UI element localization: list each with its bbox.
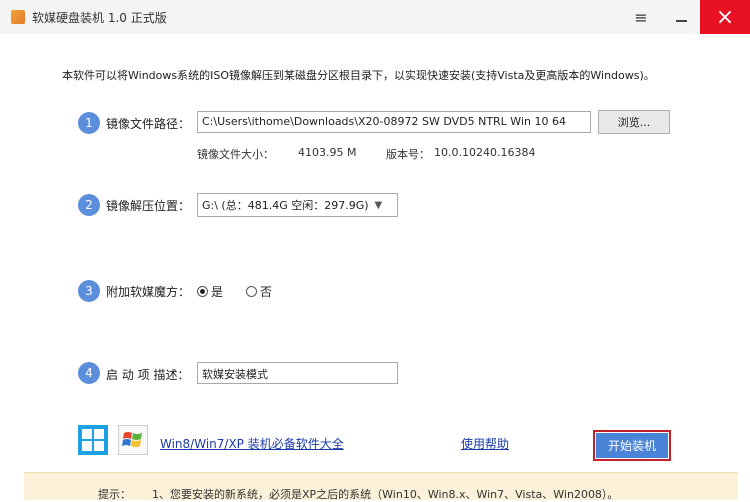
step-2-badge: 2 [78, 194, 100, 216]
help-link[interactable]: 使用帮助 [461, 435, 509, 452]
extract-location-value: G:\ (总：481.4G 空闲：297.9G) [202, 199, 369, 212]
step-1-badge: 1 [78, 112, 100, 134]
start-button-highlight: 开始装机 [593, 430, 671, 461]
version-label: 版本号： [386, 148, 430, 161]
browse-button[interactable]: 浏览... [598, 110, 670, 134]
boot-description-input[interactable]: 软媒安装模式 [197, 362, 398, 384]
image-path-field[interactable]: C:\Users\ithome\Downloads\X20-08972 SW D… [197, 111, 591, 133]
window-title: 软媒硬盘装机 1.0 正式版 [32, 11, 167, 25]
radio-yes-label: 是 [211, 285, 224, 299]
step-3-badge: 3 [78, 280, 100, 302]
extract-location-select[interactable]: G:\ (总：481.4G 空闲：297.9G) ▼ [197, 193, 398, 217]
chevron-down-icon: ▼ [374, 199, 383, 211]
windows-logo-icon[interactable] [78, 425, 108, 455]
radio-no[interactable]: 否 [246, 283, 272, 300]
radio-no-label: 否 [260, 285, 273, 299]
windows-xp-logo-icon[interactable] [118, 425, 148, 455]
title-bar: 软媒硬盘装机 1.0 正式版 ≡ × [0, 0, 750, 34]
tip-bar: 提示： 1、您要安装的新系统，必须是XP之后的系统（Win10、Win8.x、W… [24, 472, 738, 501]
version-value: 10.0.10240.16384 [434, 146, 536, 159]
radio-yes[interactable]: 是 [197, 283, 223, 300]
app-logo-icon [11, 10, 25, 24]
radio-checked-icon [197, 286, 208, 297]
software-list-link[interactable]: Win8/Win7/XP 装机必备软件大全 [160, 435, 344, 452]
radio-unchecked-icon [246, 286, 257, 297]
step-4-badge: 4 [78, 362, 100, 384]
close-icon[interactable]: × [700, 0, 750, 34]
start-install-button[interactable]: 开始装机 [596, 433, 668, 458]
extract-location-label: 镜像解压位置： [106, 199, 191, 213]
hamburger-icon[interactable]: ≡ [622, 0, 660, 34]
ruanmei-cube-label: 附加软媒魔方： [106, 285, 191, 299]
minimize-icon[interactable] [662, 0, 700, 34]
image-path-label: 镜像文件路径： [106, 117, 191, 131]
image-size-value: 4103.95 M [298, 146, 357, 159]
image-size-label: 镜像文件大小： [197, 148, 274, 161]
boot-description-label: 启 动 项 描述： [106, 368, 190, 382]
intro-text: 本软件可以将Windows系统的ISO镜像解压到某磁盘分区根目录下，以实现快速安… [62, 69, 655, 82]
